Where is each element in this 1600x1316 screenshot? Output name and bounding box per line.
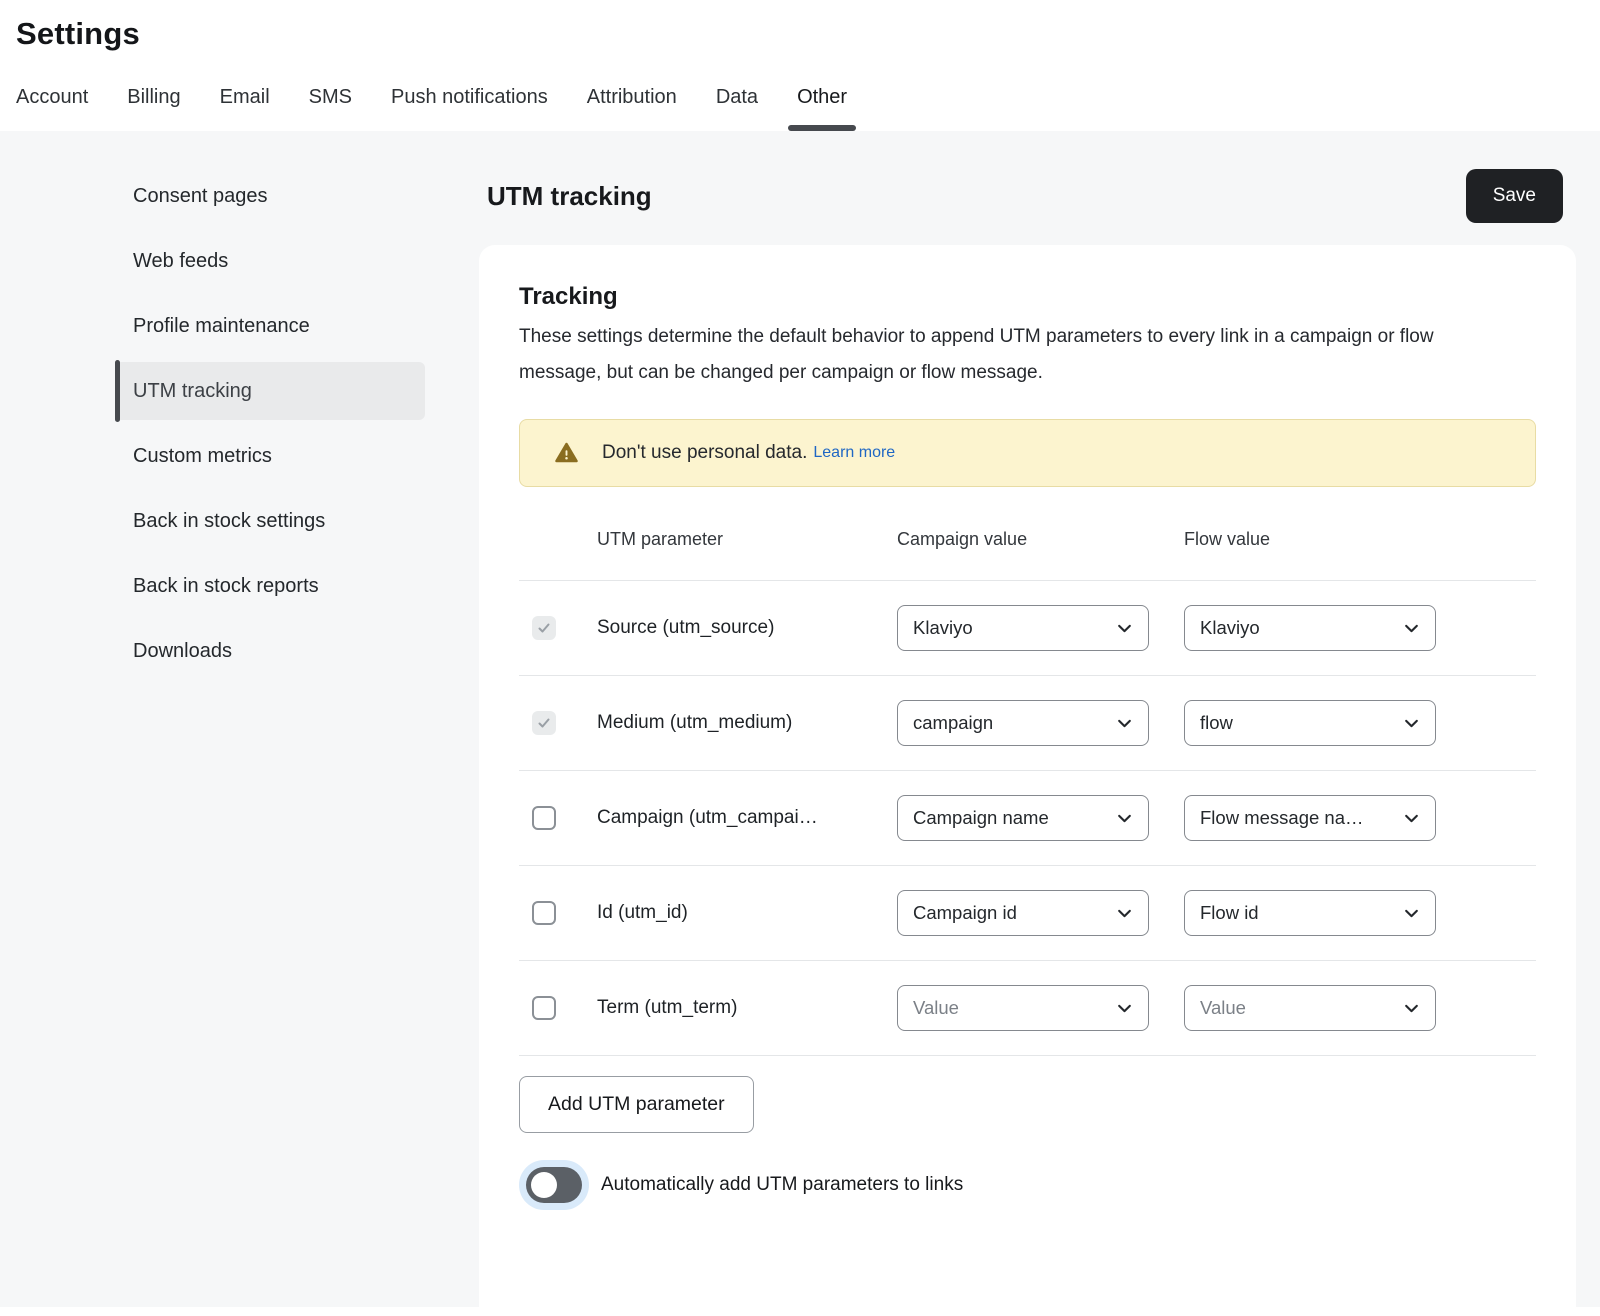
sidebar-item-web-feeds[interactable]: Web feeds	[115, 232, 425, 290]
page-title: Settings	[16, 16, 1600, 52]
chevron-down-icon	[1116, 905, 1133, 922]
check-icon	[536, 620, 552, 636]
chevron-down-icon	[1116, 1000, 1133, 1017]
warning-triangle-icon	[553, 441, 580, 465]
table-row-campaign: Campaign (utm_campai… Campaign name Flow…	[519, 771, 1536, 866]
row-label-medium: Medium (utm_medium)	[585, 712, 885, 734]
page-header: Settings Account Billing Email SMS Push …	[0, 0, 1600, 131]
chevron-down-icon	[1116, 620, 1133, 637]
auto-add-utm-label: Automatically add UTM parameters to link…	[601, 1174, 963, 1196]
campaign-checkbox[interactable]	[532, 806, 556, 830]
warning-banner: Don't use personal data. Learn more	[519, 419, 1536, 487]
chevron-down-icon	[1403, 905, 1420, 922]
tab-billing[interactable]: Billing	[127, 86, 180, 131]
sidebar-item-downloads[interactable]: Downloads	[115, 622, 425, 680]
table-row-id: Id (utm_id) Campaign id Flow id	[519, 866, 1536, 961]
warning-text: Don't use personal data.	[602, 442, 807, 464]
active-tab-underline	[788, 125, 856, 131]
id-campaign-value-select[interactable]: Campaign id	[897, 890, 1149, 936]
sidebar-item-custom-metrics[interactable]: Custom metrics	[115, 427, 425, 485]
row-label-id: Id (utm_id)	[585, 902, 885, 924]
header-campaign-value: Campaign value	[885, 529, 1172, 550]
main-heading-row: UTM tracking Save	[479, 169, 1576, 223]
term-checkbox[interactable]	[532, 996, 556, 1020]
card-description: These settings determine the default beh…	[519, 319, 1509, 391]
tab-push-notifications[interactable]: Push notifications	[391, 86, 548, 131]
row-label-term: Term (utm_term)	[585, 997, 885, 1019]
source-campaign-value-select[interactable]: Klaviyo	[897, 605, 1149, 651]
term-flow-value-select[interactable]: Value	[1184, 985, 1436, 1031]
settings-sidebar: Consent pages Web feeds Profile maintena…	[115, 131, 425, 687]
tab-sms[interactable]: SMS	[309, 86, 352, 131]
utm-parameters-table: UTM parameter Campaign value Flow value …	[519, 517, 1536, 1056]
tracking-card: Tracking These settings determine the de…	[479, 245, 1576, 1316]
id-checkbox[interactable]	[532, 901, 556, 925]
chevron-down-icon	[1403, 715, 1420, 732]
table-row-medium: Medium (utm_medium) campaign flow	[519, 676, 1536, 771]
campaign-flow-value-select[interactable]: Flow message na…	[1184, 795, 1436, 841]
auto-add-utm-toggle[interactable]	[526, 1167, 582, 1203]
toggle-knob	[531, 1172, 557, 1198]
content-area: Consent pages Web feeds Profile maintena…	[0, 131, 1600, 1307]
chevron-down-icon	[1403, 1000, 1420, 1017]
sidebar-item-utm-tracking[interactable]: UTM tracking	[115, 362, 425, 420]
add-utm-parameter-button[interactable]: Add UTM parameter	[519, 1076, 754, 1133]
table-row-term: Term (utm_term) Value Value	[519, 961, 1536, 1056]
medium-flow-value-select[interactable]: flow	[1184, 700, 1436, 746]
source-checkbox	[532, 616, 556, 640]
learn-more-link[interactable]: Learn more	[813, 444, 895, 462]
header-utm-parameter: UTM parameter	[585, 529, 885, 550]
tab-email[interactable]: Email	[220, 86, 270, 131]
medium-campaign-value-select[interactable]: campaign	[897, 700, 1149, 746]
row-label-campaign: Campaign (utm_campai…	[585, 807, 885, 829]
sidebar-item-back-in-stock-reports[interactable]: Back in stock reports	[115, 557, 425, 615]
main-panel: UTM tracking Save Tracking These setting…	[479, 131, 1576, 1316]
sidebar-item-back-in-stock-settings[interactable]: Back in stock settings	[115, 492, 425, 550]
header-flow-value: Flow value	[1172, 529, 1536, 550]
medium-checkbox	[532, 711, 556, 735]
sidebar-item-profile-maintenance[interactable]: Profile maintenance	[115, 297, 425, 355]
tab-attribution[interactable]: Attribution	[587, 86, 677, 131]
chevron-down-icon	[1116, 715, 1133, 732]
table-row-source: Source (utm_source) Klaviyo Klaviyo	[519, 581, 1536, 676]
auto-add-utm-row: Automatically add UTM parameters to link…	[519, 1167, 1536, 1203]
chevron-down-icon	[1403, 810, 1420, 827]
settings-tab-bar: Account Billing Email SMS Push notificat…	[16, 86, 1600, 131]
row-label-source: Source (utm_source)	[585, 617, 885, 639]
chevron-down-icon	[1116, 810, 1133, 827]
id-flow-value-select[interactable]: Flow id	[1184, 890, 1436, 936]
source-flow-value-select[interactable]: Klaviyo	[1184, 605, 1436, 651]
table-header-row: UTM parameter Campaign value Flow value	[519, 517, 1536, 581]
tab-data[interactable]: Data	[716, 86, 758, 131]
sidebar-item-consent-pages[interactable]: Consent pages	[115, 167, 425, 225]
campaign-campaign-value-select[interactable]: Campaign name	[897, 795, 1149, 841]
chevron-down-icon	[1403, 620, 1420, 637]
section-heading: UTM tracking	[487, 181, 652, 212]
tab-other[interactable]: Other	[797, 86, 847, 131]
check-icon	[536, 715, 552, 731]
term-campaign-value-select[interactable]: Value	[897, 985, 1149, 1031]
card-title: Tracking	[519, 283, 1536, 311]
tab-account[interactable]: Account	[16, 86, 88, 131]
save-button[interactable]: Save	[1466, 169, 1563, 223]
